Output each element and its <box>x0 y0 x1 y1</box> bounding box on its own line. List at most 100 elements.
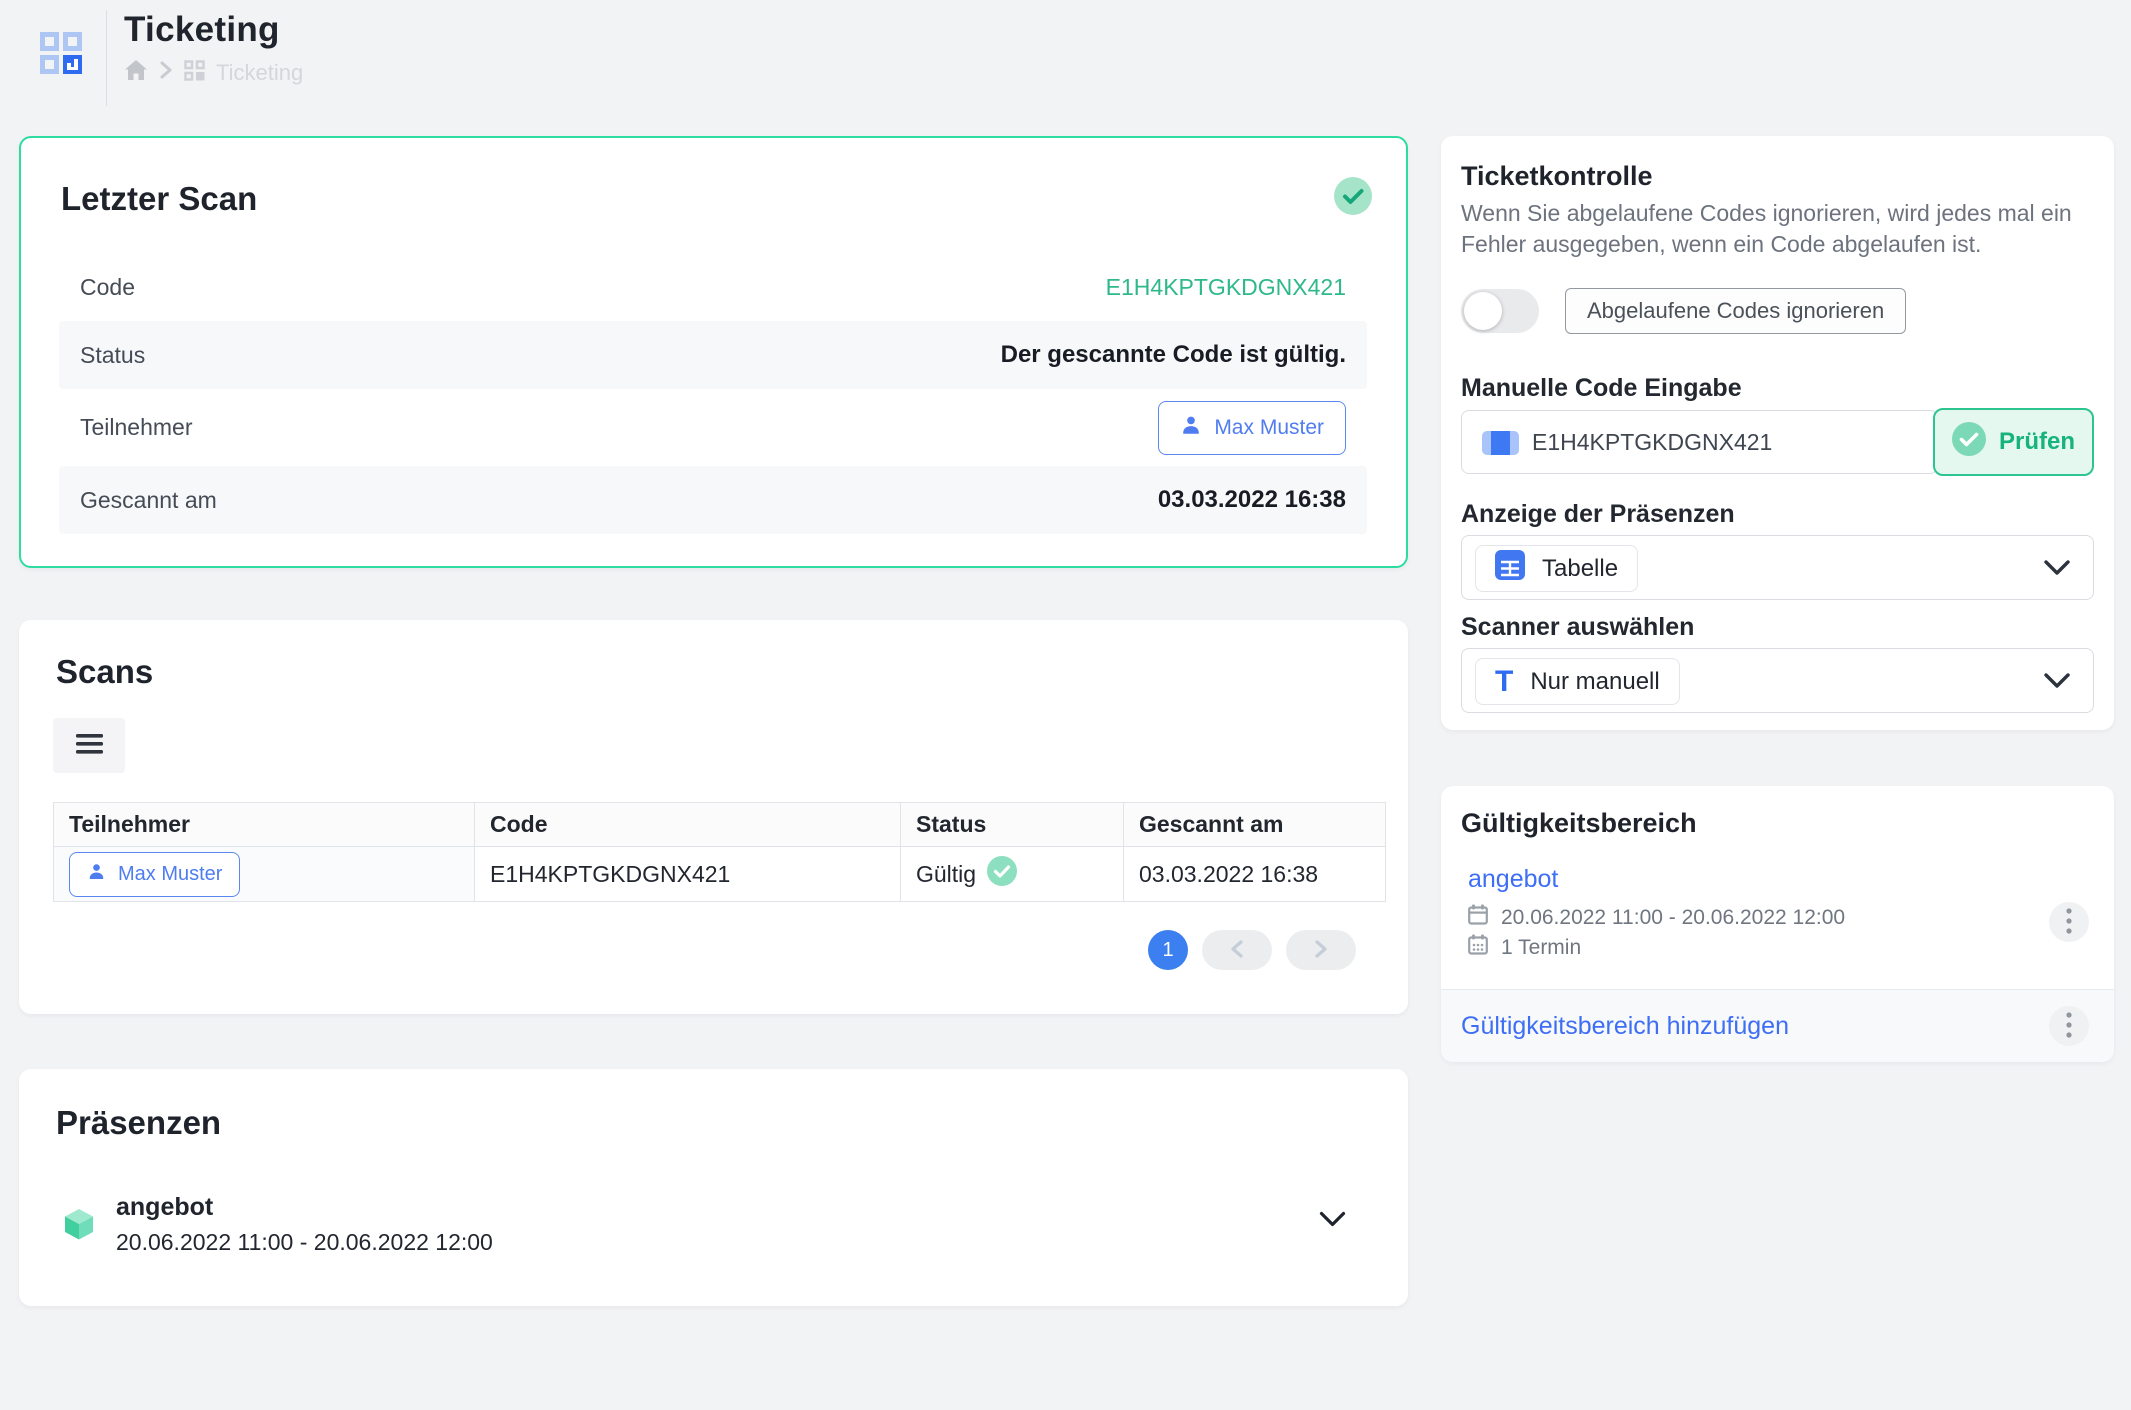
col-header-teilnehmer: Teilnehmer <box>54 803 475 847</box>
validity-date-row: 20.06.2022 11:00 - 20.06.2022 12:00 <box>1468 904 1845 931</box>
praesenz-item-text: angebot 20.06.2022 11:00 - 20.06.2022 12… <box>116 1193 493 1256</box>
chevron-down-icon <box>2044 560 2070 581</box>
left-column: Letzter Scan Code E1H4KPTGKDGNX421 Statu… <box>19 136 1408 1306</box>
validity-item-menu-button[interactable] <box>2049 902 2089 942</box>
row-label: Teilnehmer <box>80 414 193 441</box>
right-column: Ticketkontrolle Wenn Sie abgelaufene Cod… <box>1441 136 2114 1306</box>
ticketkontrolle-description: Wenn Sie abgelaufene Codes ignorieren, w… <box>1461 198 2083 260</box>
teilnehmer-button-label: Max Muster <box>1214 416 1324 440</box>
row-label: Gescannt am <box>80 487 217 514</box>
scan-status-value: Der gescannte Code ist gültig. <box>1001 341 1346 369</box>
next-page-button[interactable] <box>1286 930 1356 970</box>
toggle-knob <box>1464 292 1502 330</box>
cell-code: E1H4KPTGKDGNX421 <box>475 847 901 902</box>
header-divider <box>106 10 107 106</box>
col-header-code: Code <box>475 803 901 847</box>
selected-option-label: Tabelle <box>1542 555 1618 583</box>
praesenz-date-range: 20.06.2022 11:00 - 20.06.2022 12:00 <box>116 1229 493 1256</box>
scan-code-value: E1H4KPTGKDGNX421 <box>1106 274 1346 301</box>
status-label: Gültig <box>916 861 976 888</box>
pruefen-button[interactable]: Prüfen <box>1933 408 2094 476</box>
selected-option-label: Nur manuell <box>1530 668 1659 696</box>
table-row: Max Muster E1H4KPTGKDGNX421 Gültig <box>54 847 1386 902</box>
validity-termine-row: 1 Termin <box>1468 934 1581 961</box>
letzter-scan-card: Letzter Scan Code E1H4KPTGKDGNX421 Statu… <box>19 136 1408 568</box>
expand-praesenz-button[interactable] <box>1319 1211 1346 1231</box>
scanner-select[interactable]: T Nur manuell <box>1461 648 2094 713</box>
row-label: Status <box>80 342 145 369</box>
kebab-dots-icon <box>2066 908 2072 937</box>
app-logo-qr-icon <box>40 32 82 74</box>
content: Letzter Scan Code E1H4KPTGKDGNX421 Statu… <box>19 136 2114 1306</box>
hamburger-icon <box>76 734 103 757</box>
scans-card: Scans Teilnehmer <box>19 620 1408 1014</box>
selected-option-chip: Tabelle <box>1475 545 1638 592</box>
scan-row-status: Status Der gescannte Code ist gültig. <box>59 321 1367 389</box>
gueltigkeitsbereich-footer: Gültigkeitsbereich hinzufügen <box>1441 989 2114 1062</box>
add-validity-link[interactable]: Gültigkeitsbereich hinzufügen <box>1461 1012 1789 1041</box>
kebab-dots-icon <box>2066 1012 2072 1041</box>
ticketkontrolle-card: Ticketkontrolle Wenn Sie abgelaufene Cod… <box>1441 136 2114 730</box>
breadcrumb-current: Ticketing <box>216 60 303 86</box>
selected-option-chip: T Nur manuell <box>1475 658 1680 705</box>
praesenz-list-item: angebot 20.06.2022 11:00 - 20.06.2022 12… <box>65 1193 1352 1256</box>
breadcrumb: Ticketing <box>124 59 303 87</box>
praesenz-name: angebot <box>116 1193 493 1222</box>
scan-row-code: Code E1H4KPTGKDGNX421 <box>59 253 1367 321</box>
calendar-icon <box>1468 904 1488 931</box>
cell-status: Gültig <box>901 847 1124 902</box>
header-main: Ticketing <box>124 10 303 87</box>
chevron-down-icon <box>1319 1216 1346 1231</box>
display-select-label: Anzeige der Präsenzen <box>1461 500 1735 529</box>
valid-check-icon <box>987 856 1017 892</box>
validity-date-range: 20.06.2022 11:00 - 20.06.2022 12:00 <box>1501 906 1845 930</box>
cell-teilnehmer: Max Muster <box>54 847 475 902</box>
calendar-dots-icon <box>1468 934 1488 961</box>
ticket-icon <box>1482 430 1519 461</box>
ignore-expired-row: Abgelaufene Codes ignorieren <box>1461 288 1906 334</box>
person-icon <box>87 862 106 887</box>
praesenzen-title: Präsenzen <box>56 1104 221 1142</box>
teilnehmer-button[interactable]: Max Muster <box>1158 401 1346 455</box>
scan-row-teilnehmer: Teilnehmer Max Muster <box>59 389 1367 466</box>
manual-code-input[interactable] <box>1461 410 1938 474</box>
chevron-left-icon <box>1230 939 1244 962</box>
add-validity-menu-button[interactable] <box>2049 1006 2089 1046</box>
chevron-right-icon <box>1314 939 1328 962</box>
ignore-expired-toggle[interactable] <box>1461 289 1539 333</box>
breadcrumb-qr-icon <box>184 60 205 87</box>
col-header-status: Status <box>901 803 1124 847</box>
scans-table: Teilnehmer Code Status Gescannt am <box>53 802 1386 902</box>
pruefen-button-label: Prüfen <box>1999 428 2075 456</box>
screen: Ticketing <box>0 0 2131 1410</box>
gueltigkeitsbereich-title: Gültigkeitsbereich <box>1461 808 1697 839</box>
cube-icon <box>65 1209 93 1256</box>
table-grid-icon <box>1495 550 1525 587</box>
table-header-row: Teilnehmer Code Status Gescannt am <box>54 803 1386 847</box>
check-circle-icon <box>1952 422 1986 463</box>
previous-page-button[interactable] <box>1202 930 1272 970</box>
teilnehmer-button-label: Max Muster <box>118 863 222 886</box>
home-icon[interactable] <box>124 59 148 87</box>
letzter-scan-rows: Code E1H4KPTGKDGNX421 Status Der gescann… <box>59 253 1367 534</box>
validity-termine-count: 1 Termin <box>1501 936 1581 960</box>
row-label: Code <box>80 274 135 301</box>
letter-t-icon: T <box>1495 667 1513 697</box>
scan-success-check-icon <box>1334 177 1372 215</box>
breadcrumb-chevron-icon <box>159 60 173 86</box>
scans-menu-button[interactable] <box>53 718 125 773</box>
manual-code-entry: Prüfen <box>1461 408 2094 476</box>
teilnehmer-button[interactable]: Max Muster <box>69 852 240 897</box>
display-mode-select[interactable]: Tabelle <box>1461 535 2094 600</box>
manual-code-label: Manuelle Code Eingabe <box>1461 374 1742 403</box>
col-header-gescannt-am: Gescannt am <box>1124 803 1386 847</box>
page-title: Ticketing <box>124 10 303 50</box>
ignore-expired-codes-button[interactable]: Abgelaufene Codes ignorieren <box>1565 288 1906 334</box>
praesenzen-card: Präsenzen angebot 20.06.2022 11:00 - 20.… <box>19 1069 1408 1306</box>
cell-gescannt-am: 03.03.2022 16:38 <box>1124 847 1386 902</box>
header: Ticketing <box>0 0 2131 106</box>
ticketkontrolle-title: Ticketkontrolle <box>1461 161 1653 192</box>
validity-item-link[interactable]: angebot <box>1468 865 1558 894</box>
page-1-button[interactable]: 1 <box>1148 930 1188 970</box>
scan-row-gescannt-am: Gescannt am 03.03.2022 16:38 <box>59 466 1367 534</box>
